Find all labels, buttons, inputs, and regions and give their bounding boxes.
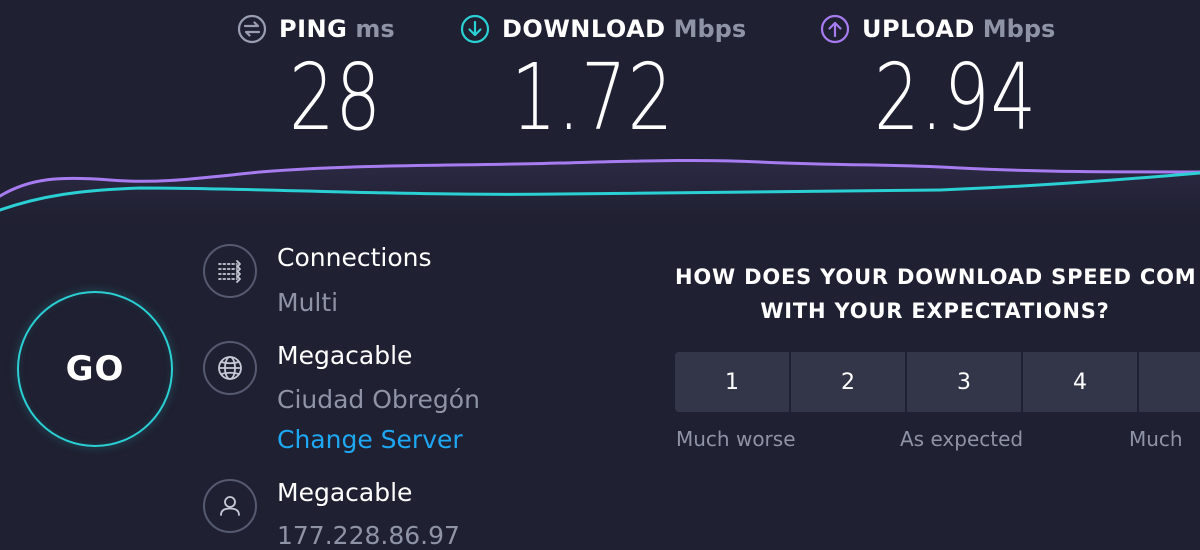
download-header: DOWNLOAD Mbps xyxy=(460,12,746,46)
rating-caption-high: Much xyxy=(1129,427,1183,451)
server-location: Ciudad Obregón xyxy=(277,385,480,414)
speed-graph xyxy=(0,158,1200,220)
download-label: DOWNLOAD xyxy=(502,15,666,43)
download-value: 1.72 xyxy=(511,44,674,151)
connections-title: Connections xyxy=(277,243,432,272)
survey-question-line2: WITH YOUR EXPECTATIONS? xyxy=(760,299,1110,323)
rating-option-1[interactable]: 1 xyxy=(675,352,789,412)
download-arrow-icon xyxy=(460,14,490,44)
survey-question: HOW DOES YOUR DOWNLOAD SPEED COM WITH YO… xyxy=(675,260,1197,328)
rating-option-5[interactable] xyxy=(1139,352,1200,412)
rating-option-4[interactable]: 4 xyxy=(1023,352,1137,412)
server-title: Megacable xyxy=(277,341,413,370)
connections-icon xyxy=(203,244,257,298)
upload-value: 2.94 xyxy=(874,44,1037,151)
upload-label: UPLOAD xyxy=(862,15,975,43)
rating-caption-mid: As expected xyxy=(900,427,1024,451)
provider-title: Megacable xyxy=(277,478,413,507)
upload-unit: Mbps xyxy=(982,15,1056,43)
download-unit: Mbps xyxy=(673,15,747,43)
rating-scale: 1 2 3 4 xyxy=(675,352,1200,412)
ping-unit: ms xyxy=(355,15,395,43)
survey-question-line1: HOW DOES YOUR DOWNLOAD SPEED COM xyxy=(675,265,1197,289)
upload-header: UPLOAD Mbps xyxy=(820,12,1055,46)
go-button[interactable]: GO xyxy=(17,291,173,447)
change-server-link[interactable]: Change Server xyxy=(277,425,463,454)
upload-arrow-icon xyxy=(820,14,850,44)
user-icon xyxy=(203,479,257,533)
rating-caption-low: Much worse xyxy=(676,427,796,451)
rating-option-3[interactable]: 3 xyxy=(907,352,1021,412)
go-button-label: GO xyxy=(65,349,125,389)
ping-icon xyxy=(237,14,267,44)
upload-metric: UPLOAD Mbps 2.94 xyxy=(820,12,1055,144)
ping-header: PING ms xyxy=(237,12,395,46)
ping-value: 28 xyxy=(289,44,382,151)
rating-option-2[interactable]: 2 xyxy=(791,352,905,412)
ping-metric: PING ms 28 xyxy=(237,12,395,144)
download-metric: DOWNLOAD Mbps 1.72 xyxy=(460,12,746,144)
provider-ip: 177.228.86.97 xyxy=(277,521,460,550)
connections-value: Multi xyxy=(277,288,339,317)
globe-icon xyxy=(203,341,257,395)
ping-label: PING xyxy=(279,15,348,43)
